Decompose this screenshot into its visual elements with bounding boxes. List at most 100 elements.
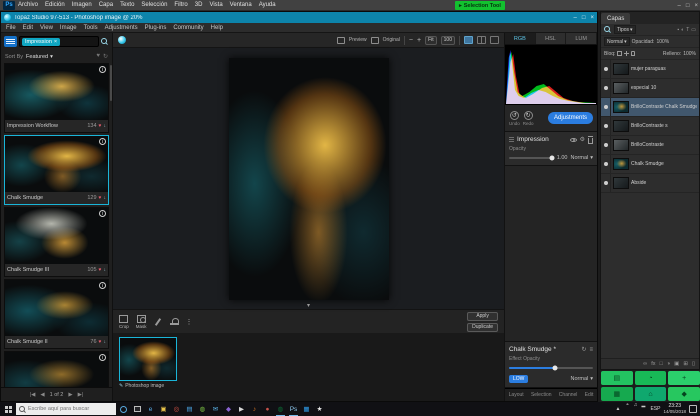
impression-panel-header[interactable]: Impression ⚙ <box>509 134 593 145</box>
filter-icon[interactable]: ◐ <box>681 27 684 33</box>
layer-name[interactable]: BrilloContraste <box>631 142 697 148</box>
refresh-icon[interactable]: ↻ <box>581 347 586 353</box>
taskbar-app-button[interactable]: ● <box>261 402 274 416</box>
histogram-tab[interactable]: RGB <box>505 33 536 44</box>
info-icon[interactable]: i <box>99 138 106 145</box>
slider-handle[interactable] <box>549 156 554 161</box>
layer-action-icon[interactable]: ⊞ <box>683 361 688 367</box>
drag-handle-icon[interactable] <box>509 137 514 142</box>
taskbar-app-button[interactable]: ▤ <box>183 402 196 416</box>
opacity-value[interactable]: 100% <box>656 39 669 45</box>
heart-icon[interactable]: ♥ <box>99 339 102 345</box>
last-page-button[interactable]: ▶| <box>78 392 84 398</box>
edit-pencil-icon[interactable]: ✎ <box>119 383 123 389</box>
taskbar-search[interactable] <box>16 403 116 415</box>
layer-action-icon[interactable]: fx <box>651 361 655 367</box>
layers-list[interactable]: mujer paraguas especial 10 BrilloContras… <box>601 60 699 358</box>
desktop-tile[interactable]: ▦ <box>601 387 633 401</box>
undo-button[interactable]: ↺ Undo <box>509 111 520 126</box>
menu-item[interactable]: Help <box>211 25 223 31</box>
menu-item[interactable]: Selección <box>141 2 167 8</box>
preview-icon[interactable] <box>337 37 345 44</box>
blend-mode-dropdown[interactable]: Normal ▾ <box>571 155 594 161</box>
menu-item[interactable]: Tools <box>84 25 98 31</box>
taskbar-app-button[interactable]: ◆ <box>222 402 235 416</box>
layer-name[interactable]: mujer paraguas <box>631 66 697 72</box>
first-page-button[interactable]: |◀ <box>30 392 36 398</box>
layer-action-icon[interactable]: □ <box>660 361 663 367</box>
layer-name[interactable]: BrilloContraste Chalk Smudge II <box>631 104 697 110</box>
heart-icon[interactable]: ♥ <box>99 267 102 273</box>
desktop-tile[interactable]: ◆ <box>668 387 700 401</box>
minimize-icon[interactable]: – <box>574 15 577 21</box>
scrollbar-thumb[interactable] <box>110 65 112 101</box>
menu-icon[interactable]: ≡ <box>589 347 593 353</box>
layer-thumbnail[interactable] <box>613 120 629 132</box>
selection-tool-notification[interactable]: ▸ Selection Tool <box>455 1 505 10</box>
menu-item[interactable]: Filtro <box>174 2 187 8</box>
blend-mode-dropdown[interactable]: Normal ▾ <box>571 376 594 382</box>
filmstrip-item[interactable]: ✎ Photoshop image <box>119 337 177 389</box>
layer-visibility-eye-icon[interactable] <box>601 136 611 154</box>
effects-list[interactable]: i Impression Workflow 134 ♥ ↓ i <box>1 63 112 387</box>
effect-thumbnail[interactable]: i <box>5 280 108 336</box>
menu-item[interactable]: Plug-ins <box>145 25 167 31</box>
original-icon[interactable] <box>371 37 379 44</box>
keyboard-language[interactable]: ESP <box>650 406 660 412</box>
bottom-tab[interactable]: Selection <box>531 392 552 398</box>
taskbar-app-button[interactable]: ◍ <box>274 402 287 416</box>
task-view-button[interactable] <box>130 402 144 416</box>
layer-name[interactable]: Abside <box>631 180 697 186</box>
taskbar-app-button[interactable]: ▣ <box>157 402 170 416</box>
low-quality-chip[interactable]: LOW <box>509 375 528 383</box>
desktop-tile[interactable]: ▤ <box>601 371 633 385</box>
taskbar-app-button[interactable]: ◎ <box>170 402 183 416</box>
maximize-icon[interactable]: □ <box>686 3 690 9</box>
filter-icon[interactable]: T <box>686 27 689 33</box>
side-by-side-view-button[interactable] <box>490 36 499 44</box>
prev-page-button[interactable]: ◀ <box>40 392 44 398</box>
menu-item[interactable]: Image <box>60 25 77 31</box>
tray-icon[interactable]: ♫ <box>631 402 639 416</box>
download-icon[interactable]: ↓ <box>104 123 107 129</box>
layer-visibility-eye-icon[interactable] <box>601 174 611 192</box>
menu-item[interactable]: Capa <box>99 2 113 8</box>
layer-row[interactable]: BrilloContraste s <box>601 117 699 136</box>
zoom-fit-button[interactable]: Fit <box>425 36 437 45</box>
info-icon[interactable]: i <box>99 66 106 73</box>
brush-tool-button[interactable] <box>154 318 163 326</box>
filter-type-dropdown[interactable]: Tipos ▾ <box>614 25 636 34</box>
taskbar-app-button[interactable]: ♪ <box>248 402 261 416</box>
layer-thumbnail[interactable] <box>613 177 629 189</box>
trash-icon[interactable] <box>588 138 593 144</box>
taskbar-app-button[interactable]: ★ <box>313 402 326 416</box>
visibility-eye-icon[interactable] <box>570 138 577 142</box>
histogram-tab[interactable]: HSL <box>536 33 567 44</box>
apply-button[interactable]: Apply <box>467 312 498 321</box>
menu-item[interactable]: Ayuda <box>259 2 276 8</box>
sort-dropdown[interactable]: Featured ▾ <box>26 54 53 60</box>
collapse-chevron-icon[interactable]: ▾ <box>307 303 310 309</box>
menu-item[interactable]: Edición <box>45 2 65 8</box>
taskbar-app-button[interactable]: ◍ <box>196 402 209 416</box>
layer-action-icon[interactable]: ◑ <box>667 361 670 367</box>
layer-visibility-eye-icon[interactable] <box>601 98 611 116</box>
download-icon[interactable]: ↓ <box>104 339 107 345</box>
bottom-tab[interactable]: Edit <box>585 392 594 398</box>
info-icon[interactable]: i <box>99 210 106 217</box>
slider-handle[interactable] <box>553 366 558 371</box>
effect-thumbnail[interactable]: i <box>5 136 108 192</box>
maximize-icon[interactable]: □ <box>582 15 586 21</box>
menu-item[interactable]: Community <box>173 25 203 31</box>
chip-close-icon[interactable]: × <box>54 39 57 45</box>
next-page-button[interactable]: ▶ <box>68 392 72 398</box>
layer-name[interactable]: especial 10 <box>631 85 697 91</box>
layer-row[interactable]: especial 10 <box>601 79 699 98</box>
lock-position-icon[interactable] <box>624 51 629 56</box>
effect-thumbnail[interactable]: i <box>5 352 108 387</box>
layer-visibility-eye-icon[interactable] <box>601 117 611 135</box>
redo-button[interactable]: ↻ Redo <box>523 111 534 126</box>
menu-item[interactable]: Archivo <box>18 2 38 8</box>
filmstrip-thumbnail[interactable] <box>119 337 177 381</box>
taskbar-search-input[interactable] <box>28 406 113 412</box>
